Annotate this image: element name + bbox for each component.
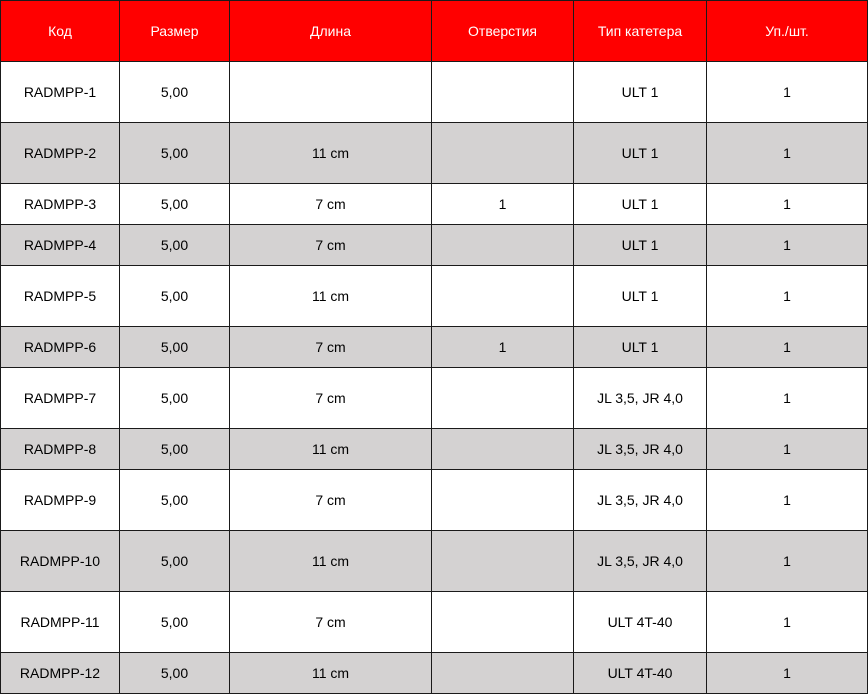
cell-code: RADMPP-4	[0, 224, 120, 266]
header-row: Код Размер Длина Отверстия Тип катетера …	[0, 0, 868, 62]
cell-pack-qty: 1	[706, 469, 868, 531]
cell-size: 5,00	[119, 122, 230, 184]
table-row: RADMPP-11 5,00 7 cm ULT 4T-40 1	[0, 591, 868, 653]
cell-pack-qty: 1	[706, 224, 868, 266]
cell-pack-qty: 1	[706, 122, 868, 184]
cell-holes	[431, 428, 574, 470]
table-row: RADMPP-1 5,00 ULT 1 1	[0, 61, 868, 123]
cell-holes	[431, 122, 574, 184]
cell-pack-qty: 1	[706, 428, 868, 470]
cell-length: 11 cm	[229, 428, 432, 470]
cell-pack-qty: 1	[706, 326, 868, 368]
cell-pack-qty: 1	[706, 652, 868, 694]
cell-holes	[431, 591, 574, 653]
table-header: Код Размер Длина Отверстия Тип катетера …	[0, 0, 868, 62]
cell-size: 5,00	[119, 61, 230, 123]
cell-catheter-type: ULT 1	[573, 224, 707, 266]
table-row: RADMPP-3 5,00 7 cm 1 ULT 1 1	[0, 183, 868, 225]
cell-size: 5,00	[119, 591, 230, 653]
cell-size: 5,00	[119, 428, 230, 470]
cell-length: 7 cm	[229, 326, 432, 368]
table-row: RADMPP-6 5,00 7 cm 1 ULT 1 1	[0, 326, 868, 368]
cell-length: 7 cm	[229, 591, 432, 653]
cell-holes: 1	[431, 183, 574, 225]
cell-length	[229, 61, 432, 123]
cell-code: RADMPP-9	[0, 469, 120, 531]
cell-code: RADMPP-10	[0, 530, 120, 592]
cell-catheter-type: ULT 1	[573, 265, 707, 327]
cell-catheter-type: ULT 1	[573, 326, 707, 368]
cell-pack-qty: 1	[706, 61, 868, 123]
header-length: Длина	[229, 0, 432, 62]
table-row: RADMPP-2 5,00 11 cm ULT 1 1	[0, 122, 868, 184]
cell-length: 7 cm	[229, 469, 432, 531]
cell-catheter-type: ULT 4T-40	[573, 652, 707, 694]
cell-pack-qty: 1	[706, 367, 868, 429]
cell-catheter-type: JL 3,5, JR 4,0	[573, 469, 707, 531]
cell-size: 5,00	[119, 469, 230, 531]
cell-code: RADMPP-5	[0, 265, 120, 327]
table-body: RADMPP-1 5,00 ULT 1 1 RADMPP-2 5,00 11 c…	[0, 61, 868, 694]
catalog-table: Код Размер Длина Отверстия Тип катетера …	[0, 0, 868, 694]
cell-size: 5,00	[119, 265, 230, 327]
table-row: RADMPP-9 5,00 7 cm JL 3,5, JR 4,0 1	[0, 469, 868, 531]
cell-length: 11 cm	[229, 265, 432, 327]
cell-holes	[431, 469, 574, 531]
cell-holes: 1	[431, 326, 574, 368]
cell-holes	[431, 265, 574, 327]
header-size: Размер	[119, 0, 230, 62]
cell-code: RADMPP-2	[0, 122, 120, 184]
table-row: RADMPP-7 5,00 7 cm JL 3,5, JR 4,0 1	[0, 367, 868, 429]
cell-code: RADMPP-11	[0, 591, 120, 653]
cell-length: 11 cm	[229, 652, 432, 694]
cell-holes	[431, 530, 574, 592]
cell-size: 5,00	[119, 183, 230, 225]
cell-code: RADMPP-7	[0, 367, 120, 429]
cell-code: RADMPP-12	[0, 652, 120, 694]
cell-code: RADMPP-8	[0, 428, 120, 470]
header-catheter-type: Тип катетера	[573, 0, 707, 62]
cell-holes	[431, 224, 574, 266]
cell-length: 7 cm	[229, 224, 432, 266]
cell-pack-qty: 1	[706, 183, 868, 225]
cell-code: RADMPP-1	[0, 61, 120, 123]
table-row: RADMPP-4 5,00 7 cm ULT 1 1	[0, 224, 868, 266]
cell-size: 5,00	[119, 530, 230, 592]
table-row: RADMPP-8 5,00 11 cm JL 3,5, JR 4,0 1	[0, 428, 868, 470]
cell-size: 5,00	[119, 326, 230, 368]
cell-length: 7 cm	[229, 367, 432, 429]
table-row: RADMPP-5 5,00 11 cm ULT 1 1	[0, 265, 868, 327]
cell-holes	[431, 367, 574, 429]
cell-catheter-type: ULT 4T-40	[573, 591, 707, 653]
cell-code: RADMPP-6	[0, 326, 120, 368]
table-row: RADMPP-10 5,00 11 cm JL 3,5, JR 4,0 1	[0, 530, 868, 592]
cell-pack-qty: 1	[706, 591, 868, 653]
cell-catheter-type: JL 3,5, JR 4,0	[573, 530, 707, 592]
cell-length: 11 cm	[229, 530, 432, 592]
cell-catheter-type: JL 3,5, JR 4,0	[573, 428, 707, 470]
header-pack-qty: Уп./шт.	[706, 0, 868, 62]
header-holes: Отверстия	[431, 0, 574, 62]
cell-pack-qty: 1	[706, 265, 868, 327]
cell-code: RADMPP-3	[0, 183, 120, 225]
header-code: Код	[0, 0, 120, 62]
cell-length: 7 cm	[229, 183, 432, 225]
cell-size: 5,00	[119, 367, 230, 429]
cell-holes	[431, 61, 574, 123]
cell-catheter-type: JL 3,5, JR 4,0	[573, 367, 707, 429]
cell-holes	[431, 652, 574, 694]
cell-pack-qty: 1	[706, 530, 868, 592]
cell-size: 5,00	[119, 224, 230, 266]
cell-size: 5,00	[119, 652, 230, 694]
cell-catheter-type: ULT 1	[573, 122, 707, 184]
cell-catheter-type: ULT 1	[573, 183, 707, 225]
cell-catheter-type: ULT 1	[573, 61, 707, 123]
table-row: RADMPP-12 5,00 11 cm ULT 4T-40 1	[0, 652, 868, 694]
cell-length: 11 cm	[229, 122, 432, 184]
